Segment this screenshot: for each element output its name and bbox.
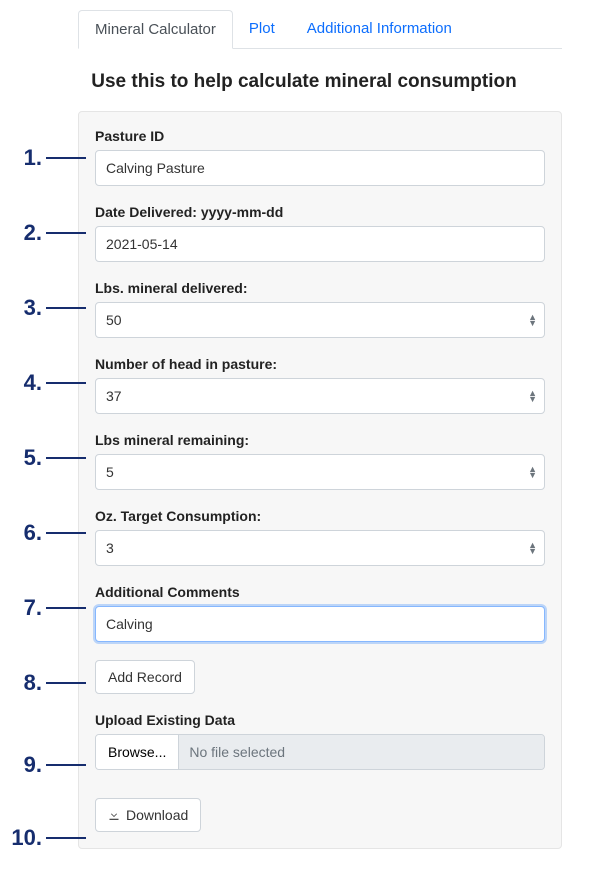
callout: 2. [0, 220, 86, 246]
head-count-input[interactable] [95, 378, 545, 414]
callout-number: 6. [0, 520, 42, 546]
target-consumption-label: Oz. Target Consumption: [95, 508, 545, 524]
page-heading: Use this to help calculate mineral consu… [78, 71, 530, 93]
upload-label: Upload Existing Data [95, 712, 545, 728]
date-delivered-input[interactable] [95, 226, 545, 262]
tab-plot[interactable]: Plot [233, 10, 291, 48]
callout: 1. [0, 145, 86, 171]
comments-input[interactable] [95, 606, 545, 642]
download-button-label: Download [126, 807, 188, 823]
file-input-row: Browse... No file selected [95, 734, 545, 770]
callout-number: 9. [0, 752, 42, 778]
tab-additional-information[interactable]: Additional Information [291, 10, 468, 48]
callout: 7. [0, 595, 86, 621]
callout: 9. [0, 752, 86, 778]
mineral-delivered-input[interactable] [95, 302, 545, 338]
callout-number: 10. [0, 825, 42, 851]
pasture-id-label: Pasture ID [95, 128, 545, 144]
head-count-label: Number of head in pasture: [95, 356, 545, 372]
mineral-delivered-label: Lbs. mineral delivered: [95, 280, 545, 296]
callout-number: 5. [0, 445, 42, 471]
callout: 5. [0, 445, 86, 471]
callout: 6. [0, 520, 86, 546]
callout-number: 1. [0, 145, 42, 171]
tab-mineral-calculator[interactable]: Mineral Calculator [78, 10, 233, 49]
file-status-text: No file selected [179, 735, 544, 769]
callout: 3. [0, 295, 86, 321]
date-delivered-label: Date Delivered: yyyy-mm-dd [95, 204, 545, 220]
download-button[interactable]: Download [95, 798, 201, 832]
download-icon [108, 809, 120, 821]
callout-number: 3. [0, 295, 42, 321]
callout-number: 7. [0, 595, 42, 621]
callout: 10. [0, 825, 86, 851]
form-panel: Pasture ID Date Delivered: yyyy-mm-dd Lb… [78, 111, 562, 849]
callout: 4. [0, 370, 86, 396]
tabs: Mineral Calculator Plot Additional Infor… [78, 10, 562, 49]
callout-number: 4. [0, 370, 42, 396]
mineral-remaining-input[interactable] [95, 454, 545, 490]
pasture-id-input[interactable] [95, 150, 545, 186]
mineral-remaining-label: Lbs mineral remaining: [95, 432, 545, 448]
comments-label: Additional Comments [95, 584, 545, 600]
callout: 8. [0, 670, 86, 696]
add-record-button[interactable]: Add Record [95, 660, 195, 694]
target-consumption-input[interactable] [95, 530, 545, 566]
callout-number: 8. [0, 670, 42, 696]
callout-number: 2. [0, 220, 42, 246]
browse-button[interactable]: Browse... [96, 735, 179, 769]
